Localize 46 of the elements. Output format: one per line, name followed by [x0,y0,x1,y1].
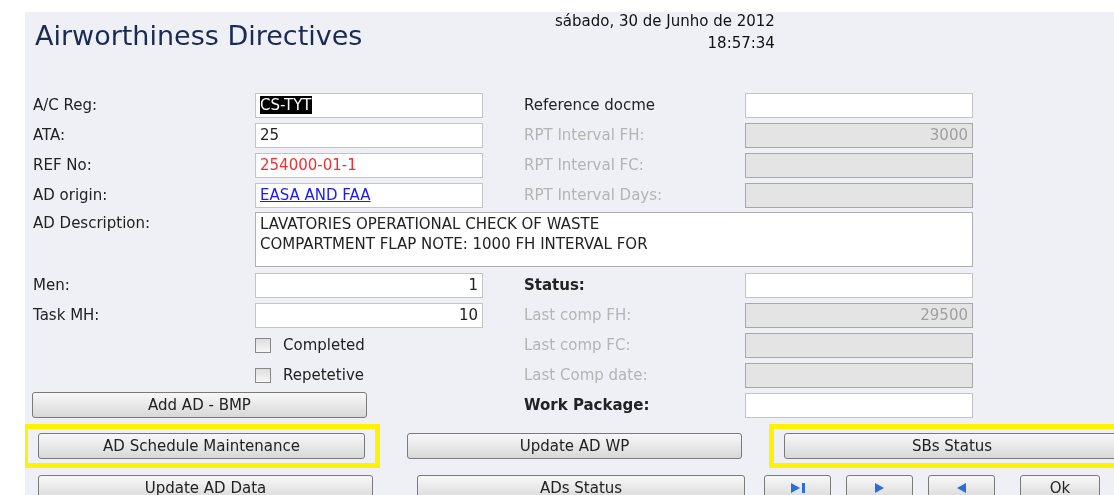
ok-button[interactable]: Ok [1020,475,1100,495]
input-field[interactable]: 1 [255,272,483,298]
nav-button[interactable] [764,475,831,495]
field-label: Last comp FH: [524,306,633,324]
checkbox-label: Repetetive [283,366,364,384]
checkbox[interactable] [255,337,271,353]
field-label: RPT Interval FH: [524,126,646,144]
field-label: AD origin: [33,186,109,204]
field-label: RPT Interval FC: [524,156,645,174]
form-title: Airworthiness Directives [35,20,364,51]
input-field[interactable]: 25 [255,122,483,148]
input-field[interactable] [745,272,973,298]
play-icon [874,482,885,494]
field-label: RPT Interval Days: [524,186,664,204]
input-field[interactable]: CS-TYT [255,92,483,118]
field-label: AD Description: [33,214,152,232]
field-label: Last comp FC: [524,336,632,354]
description-field[interactable]: LAVATORIES OPERATIONAL CHECK OF WASTE COMPARTMENT FLAP NOTE: 1000 FH INTERVAL FOR [255,212,973,267]
nav-button[interactable] [928,475,995,495]
field-label: Reference docme [524,96,657,114]
input-field[interactable] [745,92,973,118]
input-field[interactable]: EASA AND FAA [255,182,483,208]
action-button[interactable]: Update AD WP [407,433,742,459]
checkbox-label: Completed [283,336,365,354]
time-text: 18:57:34 [707,33,775,54]
origin-link[interactable]: EASA AND FAA [260,186,371,204]
field-label: ATA: [33,126,67,144]
date-text: sábado, 30 de Junho de 2012 [555,12,775,32]
input-field[interactable] [745,392,973,418]
add-ad-button[interactable]: Add AD - BMP [32,392,367,418]
checkbox[interactable] [255,367,271,383]
input-field[interactable]: 10 [255,302,483,328]
skip-to-end-icon [789,482,806,494]
field-label: Status: [524,276,586,294]
action-button[interactable]: ADs Status [417,475,745,495]
field-label: A/C Reg: [33,96,99,114]
input-field[interactable]: 254000-01-1 [255,152,483,178]
nav-button[interactable] [846,475,913,495]
field-label: Last Comp date: [524,366,649,384]
action-button[interactable]: SBs Status [784,433,1114,459]
triangle-left-icon [956,482,967,494]
field-label: Work Package: [524,396,651,414]
field-label: Task MH: [33,306,101,324]
field-label: REF No: [33,156,93,174]
field-label: Men: [33,276,71,294]
action-button[interactable]: AD Schedule Maintenance [38,433,365,459]
